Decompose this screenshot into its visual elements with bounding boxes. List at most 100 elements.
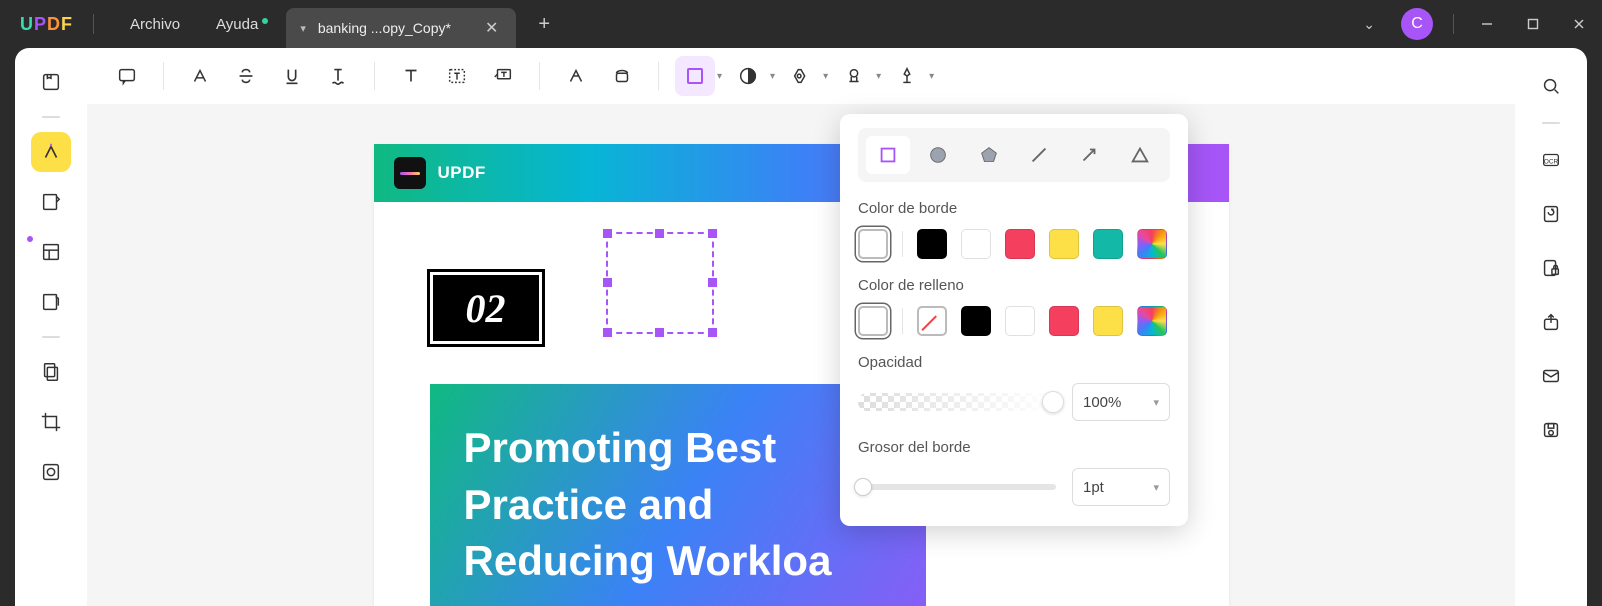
workspace: ▾ ▾ ▾ ▾ ▾ UPDF: [15, 48, 1587, 606]
border-width-control: 1pt ▾: [858, 468, 1170, 506]
minimize-button[interactable]: [1464, 0, 1510, 48]
new-tab-button[interactable]: +: [524, 13, 564, 36]
swatch-transparent[interactable]: [917, 306, 947, 336]
chevron-down-icon[interactable]: ▾: [876, 71, 881, 82]
swatch-red[interactable]: [1005, 229, 1035, 259]
comment-tool[interactable]: [31, 132, 71, 172]
swatch-none[interactable]: [858, 229, 888, 259]
note-button[interactable]: [107, 56, 147, 96]
shape-button[interactable]: ▾: [675, 56, 722, 96]
opacity-slider[interactable]: [858, 393, 1056, 411]
notification-dot-icon: [262, 18, 268, 24]
convert-button[interactable]: [1531, 194, 1571, 234]
menu-help-label: Ayuda: [216, 16, 258, 33]
border-color-label: Color de borde: [858, 200, 1170, 217]
border-width-combo[interactable]: 1pt ▾: [1072, 468, 1170, 506]
window-dropdown-icon[interactable]: ⌄: [1347, 16, 1391, 33]
swatch-black[interactable]: [961, 306, 991, 336]
squiggly-button[interactable]: [318, 56, 358, 96]
swatch-yellow[interactable]: [1049, 229, 1079, 259]
shape-polygon[interactable]: [967, 136, 1011, 174]
close-button[interactable]: [1556, 0, 1602, 48]
text-button[interactable]: [391, 56, 431, 96]
shape-line[interactable]: [1017, 136, 1061, 174]
crop-tool[interactable]: [31, 402, 71, 442]
menu-help[interactable]: Ayuda: [198, 16, 276, 33]
chevron-down-icon[interactable]: ▾: [823, 71, 828, 82]
slider-thumb[interactable]: [1042, 391, 1064, 413]
swatch-custom[interactable]: [1137, 229, 1167, 259]
page-brand: UPDF: [438, 163, 486, 183]
pencil-button[interactable]: [556, 56, 596, 96]
chevron-down-icon[interactable]: ▾: [929, 71, 934, 82]
tab-close-icon[interactable]: ✕: [481, 18, 502, 38]
swatch-yellow[interactable]: [1093, 306, 1123, 336]
opacity-control: 100% ▾: [858, 383, 1170, 421]
chevron-down-icon[interactable]: ▾: [717, 71, 722, 82]
signature-button[interactable]: ▾: [887, 56, 934, 96]
organize-tool[interactable]: [31, 232, 71, 272]
protect-button[interactable]: [1531, 248, 1571, 288]
watermark-tool[interactable]: [31, 452, 71, 492]
active-indicator-icon: [27, 236, 33, 242]
resize-handle[interactable]: [708, 328, 717, 337]
underline-button[interactable]: [272, 56, 312, 96]
shape-rectangle[interactable]: [866, 136, 910, 174]
textbox-button[interactable]: [437, 56, 477, 96]
highlight-button[interactable]: [180, 56, 220, 96]
form-tool[interactable]: [31, 282, 71, 322]
swatch-white[interactable]: [961, 229, 991, 259]
chevron-down-icon: ▾: [1153, 396, 1159, 409]
document-canvas[interactable]: UPDF 02 Promoting Best: [87, 104, 1515, 606]
swatch-custom[interactable]: [1137, 306, 1167, 336]
promo-text: Promoting Best Practice and Reducing Wor…: [464, 420, 892, 590]
save-button[interactable]: [1531, 410, 1571, 450]
chevron-down-icon: ▾: [1153, 481, 1159, 494]
edit-tool[interactable]: [31, 182, 71, 222]
border-width-value: 1pt: [1083, 479, 1104, 496]
eraser-button[interactable]: [602, 56, 642, 96]
resize-handle[interactable]: [603, 328, 612, 337]
document-tab[interactable]: ▾ banking ...opy_Copy* ✕: [286, 8, 516, 48]
slider-thumb[interactable]: [854, 478, 872, 496]
stamp2-button[interactable]: ▾: [834, 56, 881, 96]
stamp-button[interactable]: ▾: [728, 56, 775, 96]
resize-handle[interactable]: [708, 229, 717, 238]
window-controls: ⌄ C: [1347, 0, 1602, 48]
swatch-none-selected[interactable]: [858, 306, 888, 336]
email-button[interactable]: [1531, 356, 1571, 396]
swatch-black[interactable]: [917, 229, 947, 259]
sticker-button[interactable]: ▾: [781, 56, 828, 96]
resize-handle[interactable]: [708, 278, 717, 287]
chevron-down-icon[interactable]: ▾: [770, 71, 775, 82]
search-button[interactable]: [1531, 66, 1571, 106]
shape-triangle[interactable]: [1118, 136, 1162, 174]
resize-handle[interactable]: [603, 229, 612, 238]
maximize-button[interactable]: [1510, 0, 1556, 48]
toolbar-separator: [658, 62, 659, 90]
swatch-red[interactable]: [1049, 306, 1079, 336]
ocr-button[interactable]: OCR: [1531, 140, 1571, 180]
swatch-white[interactable]: [1005, 306, 1035, 336]
title-bar: UPDF Archivo Ayuda ▾ banking ...opy_Copy…: [0, 0, 1602, 48]
resize-handle[interactable]: [655, 229, 664, 238]
shape-arrow[interactable]: [1067, 136, 1111, 174]
right-tool-rail: OCR: [1515, 48, 1587, 606]
rectangle-annotation-selected[interactable]: [606, 232, 714, 334]
callout-button[interactable]: [483, 56, 523, 96]
user-avatar[interactable]: C: [1401, 8, 1433, 40]
svg-text:OCR: OCR: [1544, 159, 1559, 166]
page-tool[interactable]: [31, 352, 71, 392]
border-width-slider[interactable]: [858, 484, 1056, 490]
share-button[interactable]: [1531, 302, 1571, 342]
reader-tool[interactable]: [31, 62, 71, 102]
tab-dropdown-icon[interactable]: ▾: [300, 22, 306, 35]
swatch-teal[interactable]: [1093, 229, 1123, 259]
strikethrough-button[interactable]: [226, 56, 266, 96]
shape-circle[interactable]: [916, 136, 960, 174]
swatch-separator: [902, 308, 903, 334]
opacity-combo[interactable]: 100% ▾: [1072, 383, 1170, 421]
menu-file[interactable]: Archivo: [112, 16, 198, 33]
resize-handle[interactable]: [655, 328, 664, 337]
resize-handle[interactable]: [603, 278, 612, 287]
